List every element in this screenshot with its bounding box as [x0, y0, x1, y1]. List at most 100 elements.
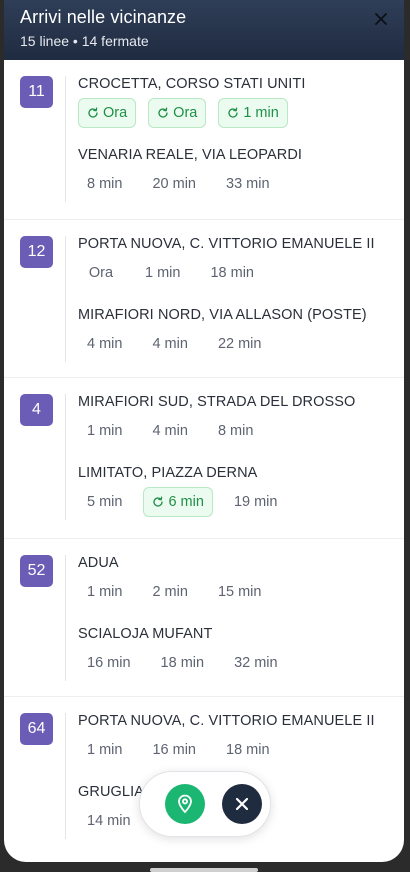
- arrival-chip[interactable]: 16 min: [143, 735, 205, 765]
- stop-destination: VENARIA REALE, VIA LEOPARDI: [78, 147, 303, 163]
- arrival-time-label: 1 min: [87, 584, 123, 600]
- arrival-chip[interactable]: 20 min: [143, 169, 205, 199]
- arrival-chip[interactable]: 22 min: [209, 329, 271, 359]
- arrivals-sheet: Arrivi nelle vicinanze 15 linee • 14 fer…: [4, 0, 404, 862]
- line-badge: 4: [20, 394, 53, 426]
- arrival-times: 5 min 6 min 19 min: [78, 487, 286, 517]
- line-group[interactable]: 4 MIRAFIORI SUD, STRADA DEL DROSSO 1 min 4 …: [4, 378, 404, 539]
- arrival-times: 1 min 2 min 15 min: [78, 577, 270, 607]
- arrival-times: 4 min 4 min 22 min: [78, 329, 270, 359]
- line-group[interactable]: 52 ADUA 1 min 2 min 15 min SCIALOJA MUFANT 16 …: [4, 539, 404, 697]
- arrival-times: 1 min 16 min 18 min: [78, 735, 279, 765]
- arrival-time-label: 19 min: [233, 494, 278, 510]
- arrival-time-label: 1 min: [243, 105, 279, 121]
- line-badge: 12: [20, 236, 53, 268]
- floating-actions: [139, 771, 271, 837]
- arrival-chip[interactable]: 32 min: [225, 648, 287, 678]
- arrival-time-label: 15 min: [217, 584, 262, 600]
- arrival-chip[interactable]: 1 min: [78, 416, 131, 446]
- arrival-chip-realtime[interactable]: Ora: [148, 98, 207, 128]
- arrival-chip[interactable]: 16 min: [78, 648, 140, 678]
- arrival-chip[interactable]: 18 min: [217, 735, 279, 765]
- stop-destination: GRUGLIA: [78, 784, 144, 800]
- arrival-time-label: 5 min: [87, 494, 123, 510]
- arrival-chip[interactable]: 1 min: [78, 735, 131, 765]
- line-badge: 52: [20, 555, 53, 587]
- arrival-time-label: 1 min: [145, 265, 181, 281]
- divider: [65, 713, 66, 839]
- arrival-chip[interactable]: 15 min: [209, 577, 271, 607]
- dismiss-button[interactable]: [222, 784, 262, 824]
- arrival-time-label: 18 min: [210, 265, 254, 281]
- arrival-chip[interactable]: 1 min: [78, 577, 131, 607]
- arrival-chip[interactable]: 2 min: [143, 577, 196, 607]
- arrival-chip[interactable]: 33 min: [217, 169, 279, 199]
- arrival-time-label: 6 min: [168, 494, 204, 510]
- arrival-chip[interactable]: 18 min: [201, 258, 263, 288]
- arrival-time-label: 2 min: [152, 584, 188, 600]
- arrival-time-label: 22 min: [217, 336, 262, 352]
- arrival-chip[interactable]: 5 min: [78, 487, 131, 517]
- arrival-time-label: 4 min: [87, 336, 123, 352]
- stop-destination: LIMITATO, PIAZZA DERNA: [78, 465, 258, 481]
- arrival-chip-realtime[interactable]: 1 min: [218, 98, 288, 128]
- arrival-time-label: Ora: [88, 265, 114, 281]
- arrival-chip[interactable]: Ora: [78, 258, 124, 288]
- sheet-header: Arrivi nelle vicinanze 15 linee • 14 fer…: [4, 0, 404, 60]
- arrival-time-label: 8 min: [87, 176, 123, 192]
- arrival-time-label: Ora: [103, 105, 128, 121]
- refresh-icon: [158, 107, 168, 118]
- arrival-chip[interactable]: 4 min: [78, 329, 131, 359]
- arrival-time-label: 4 min: [152, 336, 188, 352]
- arrival-times: Ora 1 min 18 min: [78, 258, 263, 288]
- arrivals-list[interactable]: 11 CROCETTA, CORSO STATI UNITI Ora Ora 1 min…: [4, 60, 404, 862]
- refresh-icon: [88, 107, 98, 118]
- arrival-chip[interactable]: 1 min: [136, 258, 189, 288]
- stop-destination: MIRAFIORI NORD, VIA ALLASON (POSTE): [78, 307, 367, 323]
- header-subtitle: 15 linee • 14 fermate: [20, 33, 149, 49]
- stop-destination: ADUA: [78, 555, 119, 571]
- arrival-chip[interactable]: 8 min: [78, 169, 131, 199]
- arrival-times: 8 min 20 min 33 min: [78, 169, 279, 199]
- arrival-time-label: 18 min: [160, 655, 205, 671]
- arrival-chip[interactable]: 4 min: [143, 329, 196, 359]
- stop-destination: PORTA NUOVA, C. VITTORIO EMANUELE II: [78, 713, 375, 729]
- divider: [65, 394, 66, 520]
- line-badge: 11: [20, 76, 53, 108]
- arrival-chip[interactable]: 14 min: [78, 806, 140, 836]
- line-badge: 64: [20, 713, 53, 745]
- line-group[interactable]: 12 PORTA NUOVA, C. VITTORIO EMANUELE II Or…: [4, 220, 404, 378]
- arrival-time-label: 18 min: [226, 742, 270, 758]
- refresh-icon: [228, 107, 238, 118]
- arrival-times: 16 min 18 min 32 min: [78, 648, 287, 678]
- refresh-icon: [153, 496, 164, 507]
- map-pin-icon: [178, 794, 192, 814]
- home-indicator: [150, 868, 258, 872]
- arrival-time-label: 33 min: [226, 176, 270, 192]
- close-icon[interactable]: [374, 12, 388, 26]
- divider: [65, 76, 66, 202]
- arrival-chip[interactable]: 18 min: [152, 648, 214, 678]
- close-icon: [235, 797, 249, 811]
- stop-destination: PORTA NUOVA, C. VITTORIO EMANUELE II: [78, 236, 375, 252]
- stop-destination: CROCETTA, CORSO STATI UNITI: [78, 76, 306, 92]
- arrival-time-label: Ora: [173, 105, 198, 121]
- locate-button[interactable]: [165, 784, 205, 824]
- divider: [65, 555, 66, 681]
- page-title: Arrivi nelle vicinanze: [20, 7, 187, 27]
- arrival-chip[interactable]: 8 min: [209, 416, 262, 446]
- stop-destination: MIRAFIORI SUD, STRADA DEL DROSSO: [78, 394, 356, 410]
- arrival-times: Ora Ora 1 min: [78, 98, 288, 128]
- arrival-time-label: 1 min: [87, 423, 123, 439]
- line-group[interactable]: 11 CROCETTA, CORSO STATI UNITI Ora Ora 1 min…: [4, 60, 404, 220]
- stop-destination: SCIALOJA MUFANT: [78, 626, 213, 642]
- arrival-time-label: 20 min: [152, 176, 196, 192]
- arrival-chip-realtime[interactable]: Ora: [78, 98, 137, 128]
- arrival-chip-realtime[interactable]: 6 min: [143, 487, 213, 517]
- arrival-chip[interactable]: 4 min: [143, 416, 196, 446]
- arrival-time-label: 32 min: [234, 655, 278, 671]
- arrival-time-label: 14 min: [87, 813, 131, 829]
- arrival-time-label: 8 min: [217, 423, 254, 439]
- arrival-chip[interactable]: 19 min: [225, 487, 287, 517]
- arrival-times: 1 min 4 min 8 min: [78, 416, 262, 446]
